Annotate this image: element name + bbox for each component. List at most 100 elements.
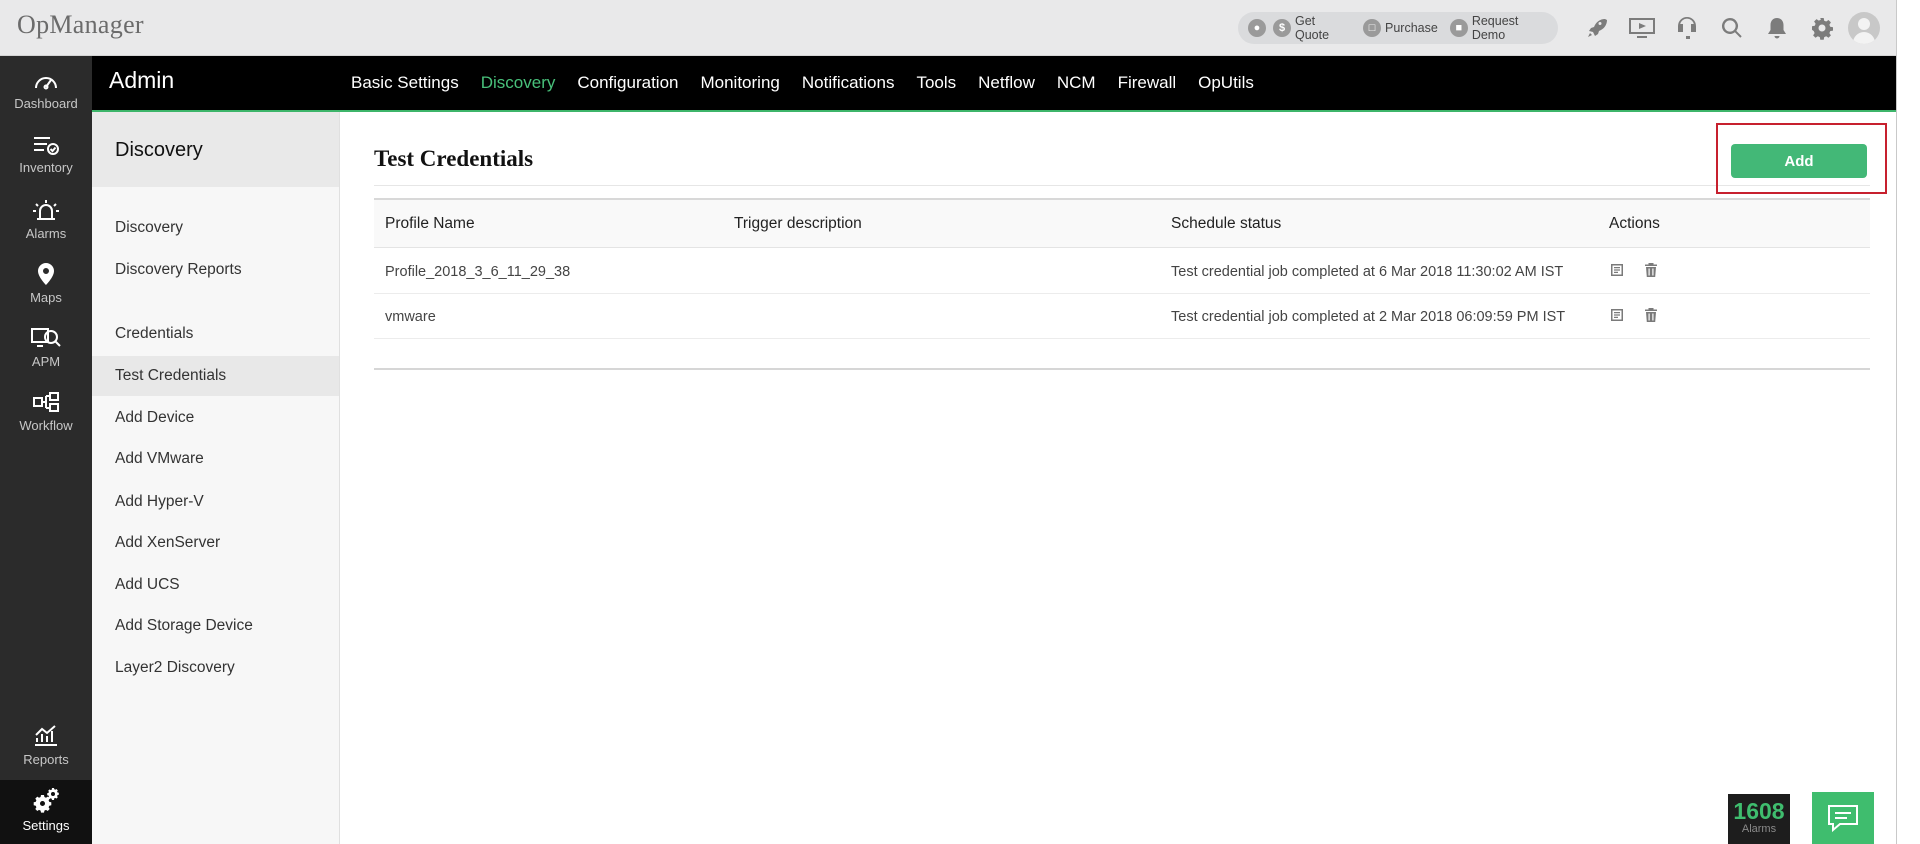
sidebar-item-add-xenserver[interactable]: Add XenServer xyxy=(92,523,339,563)
dollar-icon: $ xyxy=(1273,19,1291,37)
cell-actions xyxy=(1609,249,1659,294)
tab-configuration[interactable]: Configuration xyxy=(577,73,678,93)
rail-label-apm: APM xyxy=(31,354,61,369)
sidebar-item-credentials[interactable]: Credentials xyxy=(92,314,339,354)
inventory-check-icon xyxy=(34,137,59,155)
app-logo[interactable]: OpManager xyxy=(17,10,144,40)
tab-firewall[interactable]: Firewall xyxy=(1118,73,1177,93)
admin-bar: Admin Basic Settings Discovery Configura… xyxy=(92,56,1896,110)
get-quote-link[interactable]: $ Get Quote xyxy=(1273,14,1351,42)
rail-item-dashboard[interactable]: Dashboard xyxy=(0,64,92,126)
delete-icon[interactable] xyxy=(1643,262,1659,282)
column-header-profile-name[interactable]: Profile Name xyxy=(385,200,475,248)
map-pin-icon xyxy=(38,263,54,285)
table-row[interactable]: Profile_2018_3_6_11_29_38 Test credentia… xyxy=(374,249,1870,294)
workflow-icon xyxy=(33,392,59,412)
rail-item-inventory[interactable]: Inventory xyxy=(0,128,92,190)
cart-icon: □ xyxy=(1363,19,1382,37)
top-icon-group xyxy=(1574,10,1880,46)
chat-button[interactable] xyxy=(1812,792,1874,844)
tab-monitoring[interactable]: Monitoring xyxy=(700,73,779,93)
request-demo-label: Request Demo xyxy=(1471,14,1519,42)
rocket-icon[interactable] xyxy=(1574,10,1619,46)
admin-nav: Basic Settings Discovery Configuration M… xyxy=(351,56,1276,110)
rail-label-workflow: Workflow xyxy=(19,418,73,433)
quote-bar: ● $ Get Quote □ Purchase ■ Request Demo xyxy=(1238,12,1558,44)
rail-label-alarms: Alarms xyxy=(25,226,67,241)
rail-label-maps: Maps xyxy=(30,290,62,305)
admin-title: Admin xyxy=(109,67,175,93)
alarm-light-icon xyxy=(33,200,59,220)
sidebar-title: Discovery xyxy=(92,112,339,187)
add-button[interactable]: Add xyxy=(1731,144,1867,178)
sidebar-item-layer2-discovery[interactable]: Layer2 Discovery xyxy=(92,648,339,688)
alarm-count: 1608 xyxy=(1733,798,1785,824)
rail-item-apm[interactable]: APM xyxy=(0,320,92,382)
request-demo-link[interactable]: ■ Request Demo xyxy=(1449,14,1553,42)
support-icon[interactable] xyxy=(1664,10,1709,46)
gear-icon[interactable] xyxy=(1799,10,1844,46)
title-divider xyxy=(374,185,1870,186)
reports-chart-icon xyxy=(35,725,57,746)
tab-tools[interactable]: Tools xyxy=(916,73,956,93)
discovery-sidebar: Discovery Discovery Discovery Reports Cr… xyxy=(92,112,340,844)
apm-monitor-icon xyxy=(31,328,61,347)
search-icon[interactable] xyxy=(1709,10,1754,46)
video-icon[interactable] xyxy=(1619,10,1664,46)
rail-label-dashboard: Dashboard xyxy=(14,96,78,111)
report-icon[interactable] xyxy=(1609,262,1625,282)
sidebar-item-add-storage-device[interactable]: Add Storage Device xyxy=(92,606,339,646)
column-header-trigger-description[interactable]: Trigger description xyxy=(734,200,862,248)
window-edge xyxy=(1896,0,1920,844)
table-row[interactable]: vmware Test credential job completed at … xyxy=(374,294,1870,339)
tab-netflow[interactable]: Netflow xyxy=(978,73,1035,93)
settings-gears-icon xyxy=(33,788,59,813)
cell-schedule-status: Test credential job completed at 6 Mar 2… xyxy=(1171,263,1564,280)
tab-notifications[interactable]: Notifications xyxy=(802,73,895,93)
chat-icon xyxy=(1828,805,1858,833)
rail-item-workflow[interactable]: Workflow xyxy=(0,384,92,446)
headset-icon[interactable]: ● xyxy=(1248,19,1266,37)
sidebar-item-add-hyper-v[interactable]: Add Hyper-V xyxy=(92,482,339,522)
cell-profile-name[interactable]: vmware xyxy=(385,294,436,339)
alarm-label: Alarms xyxy=(1741,823,1777,835)
sidebar-item-discovery-reports[interactable]: Discovery Reports xyxy=(92,250,339,290)
demo-icon: ■ xyxy=(1449,19,1468,37)
bell-icon[interactable] xyxy=(1754,10,1799,46)
page-title: Test Credentials xyxy=(374,146,534,171)
sidebar-item-add-device[interactable]: Add Device xyxy=(92,398,339,438)
report-icon[interactable] xyxy=(1609,307,1625,327)
sidebar-item-add-vmware[interactable]: Add VMware xyxy=(92,439,339,479)
delete-icon[interactable] xyxy=(1643,307,1659,327)
sidebar-item-add-ucs[interactable]: Add UCS xyxy=(92,565,339,605)
sidebar-item-discovery[interactable]: Discovery xyxy=(92,208,339,248)
rail-item-settings[interactable]: Settings xyxy=(0,780,92,844)
tab-ncm[interactable]: NCM xyxy=(1057,73,1096,93)
table-bottom-border xyxy=(374,368,1870,370)
alarm-counter[interactable]: 1608 Alarms xyxy=(1728,794,1790,844)
get-quote-label: Get Quote xyxy=(1295,14,1330,42)
tab-oputils[interactable]: OpUtils xyxy=(1198,73,1254,93)
rail-label-inventory: Inventory xyxy=(19,160,73,175)
column-header-schedule-status[interactable]: Schedule status xyxy=(1171,200,1281,248)
cell-profile-name[interactable]: Profile_2018_3_6_11_29_38 xyxy=(385,249,570,294)
sidebar-item-test-credentials[interactable]: Test Credentials xyxy=(92,356,339,396)
main-content: Test Credentials Add Profile Name Trigge… xyxy=(341,112,1896,844)
rail-item-reports[interactable]: Reports xyxy=(0,718,92,780)
cell-actions xyxy=(1609,294,1659,339)
speedometer-icon xyxy=(35,77,57,90)
purchase-link[interactable]: □ Purchase xyxy=(1363,19,1438,37)
tab-discovery[interactable]: Discovery xyxy=(481,73,556,93)
rail-item-maps[interactable]: Maps xyxy=(0,256,92,318)
column-header-actions: Actions xyxy=(1609,215,1660,232)
left-rail: Dashboard Inventory Alarms Maps APM Work… xyxy=(0,56,92,844)
cell-schedule-status: Test credential job completed at 2 Mar 2… xyxy=(1171,308,1566,325)
rail-label-reports: Reports xyxy=(23,752,69,767)
purchase-label: Purchase xyxy=(1385,21,1438,35)
rail-label-settings: Settings xyxy=(22,818,70,833)
user-avatar-icon[interactable] xyxy=(1848,12,1880,44)
rail-item-alarms[interactable]: Alarms xyxy=(0,192,92,254)
top-bar: OpManager ● $ Get Quote □ Purchase ■ Req… xyxy=(0,0,1896,56)
table-header: Profile Name Trigger description Schedul… xyxy=(374,200,1870,248)
tab-basic-settings[interactable]: Basic Settings xyxy=(351,73,459,93)
